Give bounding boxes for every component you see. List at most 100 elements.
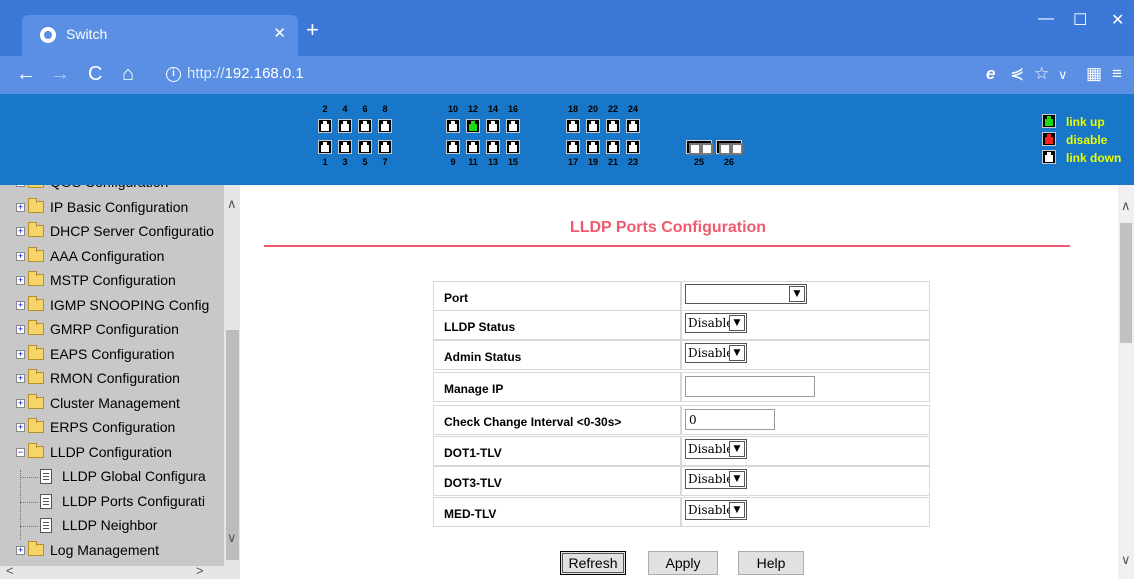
- fiber-port-25-icon[interactable]: [686, 140, 713, 155]
- close-tab-icon[interactable]: ✕: [273, 24, 286, 42]
- main-scroll-thumb[interactable]: [1120, 223, 1132, 343]
- med-tlv-select[interactable]: Disable ▼: [685, 500, 747, 520]
- apps-icon[interactable]: ▦: [1086, 64, 1102, 84]
- chevron-down-icon[interactable]: ▼: [789, 286, 805, 302]
- scroll-down-icon[interactable]: ∨: [227, 530, 237, 546]
- help-button[interactable]: Help: [738, 551, 804, 575]
- port-7-icon[interactable]: [378, 140, 392, 154]
- sidebar-item[interactable]: + QOS Configuration: [0, 185, 224, 196]
- sidebar-item[interactable]: + AAA Configuration: [0, 246, 224, 270]
- dot1-tlv-select[interactable]: Disable ▼: [685, 439, 747, 459]
- port-23-icon[interactable]: [626, 140, 640, 154]
- port-13-icon[interactable]: [486, 140, 500, 154]
- port-12-icon[interactable]: [466, 119, 480, 133]
- port-1-icon[interactable]: [318, 140, 332, 154]
- sidebar-item[interactable]: + IGMP SNOOPING Config: [0, 295, 224, 319]
- sidebar-item[interactable]: LLDP Neighbor: [0, 515, 224, 539]
- new-tab-icon[interactable]: +: [306, 19, 319, 41]
- sidebar-item[interactable]: + MSTP Configuration: [0, 270, 224, 294]
- sidebar-item[interactable]: + EAPS Configuration: [0, 344, 224, 368]
- share-icon[interactable]: ⋞: [1010, 64, 1024, 84]
- maximize-icon[interactable]: ☐: [1073, 10, 1087, 30]
- port-2-icon[interactable]: [318, 119, 332, 133]
- port-3-icon[interactable]: [338, 140, 352, 154]
- dot3-tlv-select[interactable]: Disable ▼: [685, 469, 747, 489]
- sidebar-item[interactable]: + RMON Configuration: [0, 368, 224, 392]
- url-input[interactable]: i http://192.168.0.1: [158, 61, 968, 89]
- port-6-icon[interactable]: [358, 119, 372, 133]
- port-15-icon[interactable]: [506, 140, 520, 154]
- info-icon[interactable]: i: [166, 67, 181, 82]
- expand-icon[interactable]: +: [16, 398, 25, 408]
- reload-icon[interactable]: C: [88, 63, 102, 85]
- port-10-icon[interactable]: [446, 119, 460, 133]
- check-change-interval-0-30s-input[interactable]: 0: [685, 409, 775, 430]
- chevron-down-icon[interactable]: ▼: [729, 502, 745, 518]
- expand-icon[interactable]: +: [16, 251, 25, 261]
- port-24-icon[interactable]: [626, 119, 640, 133]
- port-21-icon[interactable]: [606, 140, 620, 154]
- port-14-icon[interactable]: [486, 119, 500, 133]
- back-icon[interactable]: ←: [16, 63, 36, 85]
- sidebar-item[interactable]: LLDP Ports Configurati: [0, 491, 224, 515]
- port-8-icon[interactable]: [378, 119, 392, 133]
- sidebar-item[interactable]: + GMRP Configuration: [0, 319, 224, 343]
- sidebar-hscrollbar[interactable]: [0, 566, 224, 579]
- expand-icon[interactable]: +: [16, 423, 25, 432]
- admin-status-select[interactable]: Disable ▼: [685, 343, 747, 363]
- scroll-up-icon[interactable]: ∧: [227, 196, 237, 212]
- chevron-down-icon[interactable]: ▼: [729, 471, 745, 487]
- sidebar-item[interactable]: − LLDP Configuration: [0, 442, 224, 466]
- minimize-icon[interactable]: —: [1038, 10, 1054, 28]
- port-22-icon[interactable]: [606, 119, 620, 133]
- port-11-icon[interactable]: [466, 140, 480, 154]
- chevron-down-icon[interactable]: ▼: [729, 315, 745, 331]
- fiber-port-26-icon[interactable]: [716, 140, 743, 155]
- lldp-status-select[interactable]: Disable ▼: [685, 313, 747, 333]
- sidebar-item[interactable]: + Cluster Management: [0, 393, 224, 417]
- expand-icon[interactable]: +: [16, 227, 25, 236]
- expand-icon[interactable]: +: [16, 349, 25, 359]
- star-icon[interactable]: ☆: [1034, 64, 1049, 84]
- port-18-icon[interactable]: [566, 119, 580, 133]
- expand-icon[interactable]: +: [16, 374, 25, 383]
- manage-ip-input[interactable]: [685, 376, 815, 397]
- sidebar-item[interactable]: + Log Management: [0, 540, 224, 564]
- port-20-icon[interactable]: [586, 119, 600, 133]
- expand-icon[interactable]: +: [16, 325, 25, 334]
- port-16-icon[interactable]: [506, 119, 520, 133]
- expand-icon[interactable]: +: [16, 276, 25, 285]
- sidebar-item[interactable]: + IP Basic Configuration: [0, 197, 224, 221]
- collapse-icon[interactable]: −: [16, 447, 25, 457]
- chevron-down-icon[interactable]: ▼: [729, 441, 745, 457]
- scroll-left-icon[interactable]: <: [6, 563, 14, 578]
- close-window-icon[interactable]: ✕: [1111, 10, 1124, 30]
- port-4-icon[interactable]: [338, 119, 352, 133]
- expand-icon[interactable]: +: [16, 300, 25, 310]
- port-5-icon[interactable]: [358, 140, 372, 154]
- sidebar-item[interactable]: + DHCP Server Configuratio: [0, 221, 224, 245]
- sidebar-item[interactable]: LLDP Global Configura: [0, 466, 224, 490]
- ie-mode-icon[interactable]: e: [986, 64, 995, 84]
- scroll-right-icon[interactable]: >: [196, 563, 204, 578]
- apply-button[interactable]: Apply: [648, 551, 718, 575]
- expand-icon[interactable]: +: [16, 185, 25, 187]
- menu-icon[interactable]: ≡: [1112, 64, 1122, 84]
- chevron-down-icon[interactable]: ▼: [729, 345, 745, 361]
- home-icon[interactable]: ⌂: [122, 63, 134, 85]
- expand-icon[interactable]: +: [16, 202, 25, 212]
- main-scroll-down-icon[interactable]: ∨: [1121, 552, 1131, 568]
- sidebar-scroll-thumb[interactable]: [226, 330, 239, 560]
- refresh-button[interactable]: Refresh: [560, 551, 626, 575]
- expand-icon[interactable]: +: [16, 545, 25, 555]
- port-select[interactable]: ▼: [685, 284, 807, 304]
- chevron-down-icon[interactable]: ∨: [1058, 67, 1068, 83]
- sidebar-item[interactable]: + ERPS Configuration: [0, 417, 224, 441]
- main-scroll-up-icon[interactable]: ∧: [1121, 198, 1131, 214]
- browser-tab[interactable]: Switch ✕: [22, 15, 298, 56]
- port-19-icon[interactable]: [586, 140, 600, 154]
- port-9-icon[interactable]: [446, 140, 460, 154]
- port-17-icon[interactable]: [566, 140, 580, 154]
- page-icon: [40, 493, 52, 509]
- forward-icon[interactable]: →: [50, 63, 70, 85]
